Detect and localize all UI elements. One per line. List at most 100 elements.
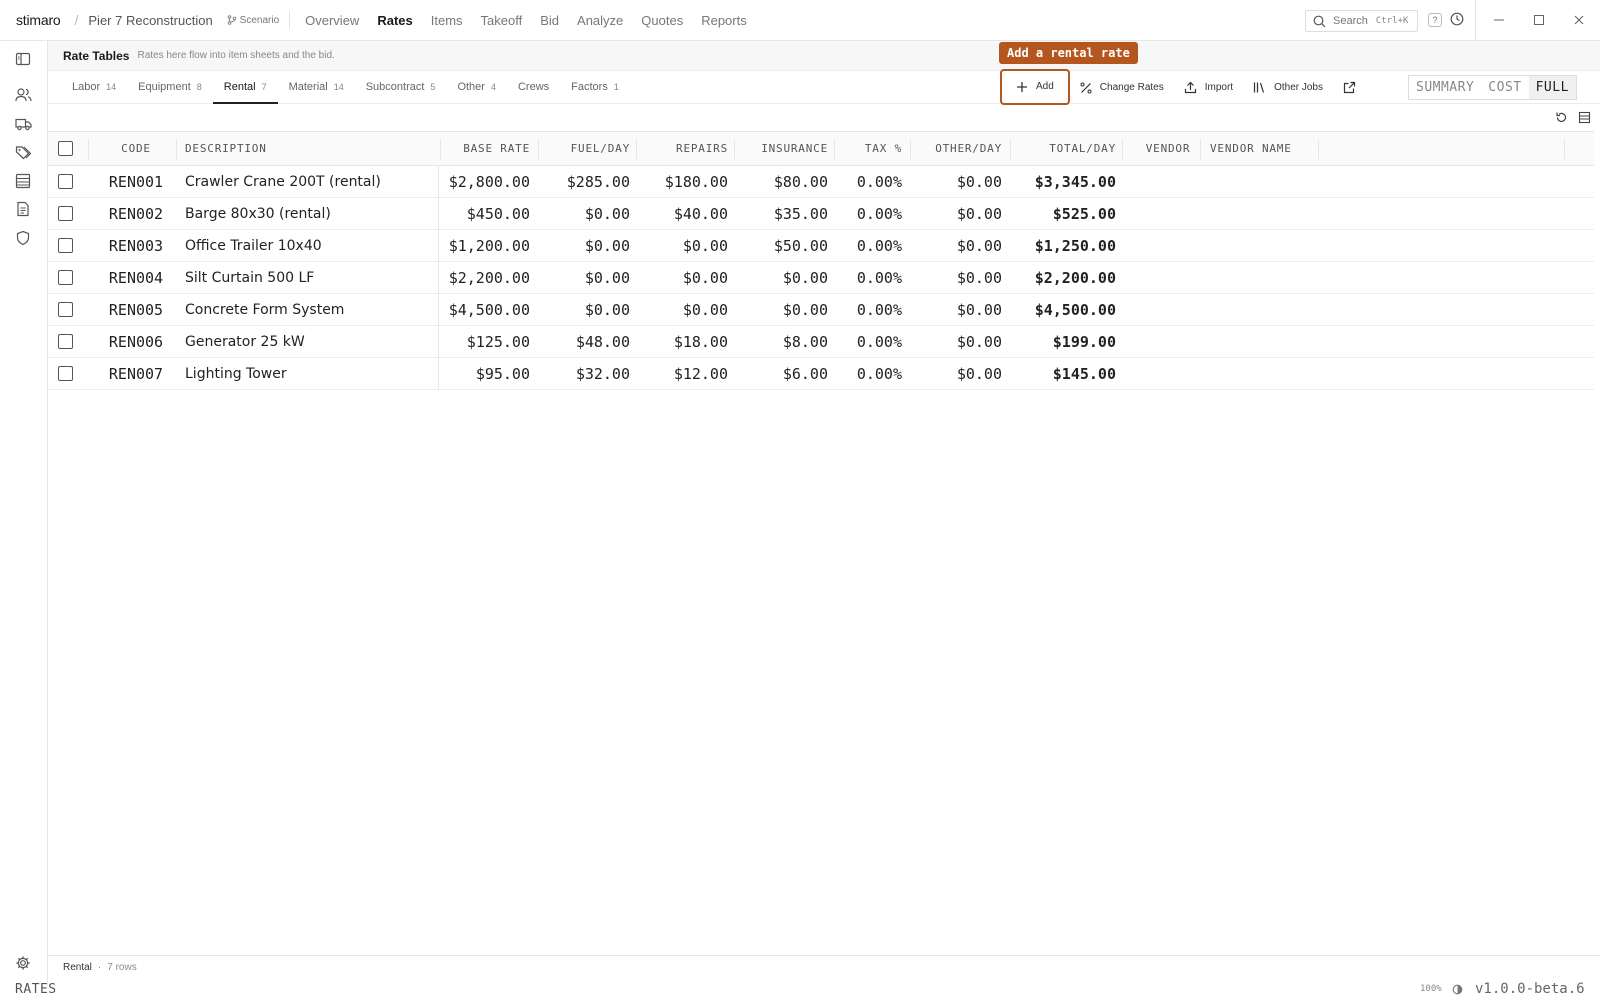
select-all-checkbox[interactable] xyxy=(58,141,73,156)
cell-insurance[interactable]: $0.00 xyxy=(738,262,836,293)
cell-tax[interactable]: 0.00% xyxy=(838,166,910,197)
tab-other[interactable]: Other 4 xyxy=(446,71,507,104)
column-divider[interactable] xyxy=(910,140,911,159)
cell-tax[interactable]: 0.00% xyxy=(838,230,910,261)
history-icon[interactable] xyxy=(1450,12,1464,26)
cell-base-rate[interactable]: $450.00 xyxy=(440,198,538,229)
cell-repairs[interactable]: $180.00 xyxy=(638,166,736,197)
cell-code[interactable]: REN001 xyxy=(96,166,176,197)
cell-base-rate[interactable]: $1,200.00 xyxy=(440,230,538,261)
cell-vendor-name[interactable] xyxy=(1210,198,1320,229)
cell-description[interactable]: Generator 25 kW xyxy=(185,326,430,357)
cell-total-day[interactable]: $3,345.00 xyxy=(1014,166,1124,197)
scenario-button[interactable]: Scenario xyxy=(227,15,279,26)
cell-vendor[interactable] xyxy=(1128,166,1208,197)
settings-icon[interactable] xyxy=(15,955,31,971)
cell-tax[interactable]: 0.00% xyxy=(838,326,910,357)
nav-reports[interactable]: Reports xyxy=(701,13,747,28)
view-mode-summary[interactable]: SUMMARY xyxy=(1409,76,1481,99)
cell-base-rate[interactable]: $95.00 xyxy=(440,358,538,389)
sidebar-toggle-icon[interactable] xyxy=(15,51,31,67)
cell-vendor-name[interactable] xyxy=(1210,358,1320,389)
column-header-vendor[interactable]: VENDOR xyxy=(1128,132,1208,165)
cell-insurance[interactable]: $50.00 xyxy=(738,230,836,261)
cell-repairs[interactable]: $0.00 xyxy=(638,262,736,293)
cell-vendor[interactable] xyxy=(1128,230,1208,261)
column-header-description[interactable]: DESCRIPTION xyxy=(185,132,430,165)
table-row[interactable]: REN001 Crawler Crane 200T (rental) $2,800.… xyxy=(48,166,1594,198)
tab-rental[interactable]: Rental 7 xyxy=(212,71,278,104)
column-header-vendor-name[interactable]: VENDOR NAME xyxy=(1210,132,1320,165)
cell-fuel-day[interactable]: $32.00 xyxy=(540,358,638,389)
cell-other-day[interactable]: $0.00 xyxy=(914,294,1010,325)
tab-crews[interactable]: Crews xyxy=(507,71,560,104)
column-divider[interactable] xyxy=(538,140,539,159)
cell-total-day[interactable]: $199.00 xyxy=(1014,326,1124,357)
cell-tax[interactable]: 0.00% xyxy=(838,358,910,389)
cell-description[interactable]: Lighting Tower xyxy=(185,358,430,389)
close-icon[interactable] xyxy=(1572,13,1586,27)
cell-fuel-day[interactable]: $0.00 xyxy=(540,198,638,229)
view-mode-full[interactable]: FULL xyxy=(1528,76,1576,99)
cell-vendor-name[interactable] xyxy=(1210,166,1320,197)
nav-takeoff[interactable]: Takeoff xyxy=(481,13,523,28)
search-input[interactable]: Search Ctrl+K xyxy=(1305,10,1418,32)
column-header-fuel-day[interactable]: FUEL/DAY xyxy=(540,132,638,165)
cell-insurance[interactable]: $0.00 xyxy=(738,294,836,325)
help-button[interactable]: ? xyxy=(1428,13,1442,27)
cell-other-day[interactable]: $0.00 xyxy=(914,198,1010,229)
cell-fuel-day[interactable]: $48.00 xyxy=(540,326,638,357)
cell-fuel-day[interactable]: $0.00 xyxy=(540,230,638,261)
cell-other-day[interactable]: $0.00 xyxy=(914,262,1010,293)
document-icon[interactable] xyxy=(15,201,31,217)
cell-vendor-name[interactable] xyxy=(1210,326,1320,357)
cell-fuel-day[interactable]: $0.00 xyxy=(540,262,638,293)
cell-repairs[interactable]: $0.00 xyxy=(638,230,736,261)
cell-repairs[interactable]: $18.00 xyxy=(638,326,736,357)
table-row[interactable]: REN006 Generator 25 kW $125.00 $48.00 $18.00… xyxy=(48,326,1594,358)
cell-insurance[interactable]: $80.00 xyxy=(738,166,836,197)
project-name[interactable]: Pier 7 Reconstruction xyxy=(88,13,212,28)
nav-quotes[interactable]: Quotes xyxy=(641,13,683,28)
theme-icon[interactable] xyxy=(1452,984,1463,995)
nav-rates[interactable]: Rates xyxy=(377,13,412,28)
cell-insurance[interactable]: $8.00 xyxy=(738,326,836,357)
cell-other-day[interactable]: $0.00 xyxy=(914,358,1010,389)
cell-code[interactable]: REN005 xyxy=(96,294,176,325)
row-checkbox[interactable] xyxy=(58,302,73,317)
cell-code[interactable]: REN004 xyxy=(96,262,176,293)
column-header-repairs[interactable]: REPAIRS xyxy=(638,132,736,165)
cell-vendor-name[interactable] xyxy=(1210,230,1320,261)
column-header-code[interactable]: CODE xyxy=(96,132,176,165)
table-row[interactable]: REN007 Lighting Tower $95.00 $32.00 $12.00 $6… xyxy=(48,358,1594,390)
rate-tables-icon[interactable] xyxy=(15,173,31,189)
column-divider[interactable] xyxy=(88,140,89,159)
column-divider[interactable] xyxy=(1010,140,1011,159)
shield-icon[interactable] xyxy=(15,230,31,246)
cell-total-day[interactable]: $1,250.00 xyxy=(1014,230,1124,261)
cell-vendor-name[interactable] xyxy=(1210,262,1320,293)
users-icon[interactable] xyxy=(15,87,32,103)
tab-labor[interactable]: Labor 14 xyxy=(61,71,127,104)
table-row[interactable]: REN005 Concrete Form System $4,500.00 $0.00… xyxy=(48,294,1594,326)
cell-fuel-day[interactable]: $0.00 xyxy=(540,294,638,325)
cell-total-day[interactable]: $525.00 xyxy=(1014,198,1124,229)
row-checkbox[interactable] xyxy=(58,238,73,253)
truck-icon[interactable] xyxy=(15,116,32,132)
cell-description[interactable]: Office Trailer 10x40 xyxy=(185,230,430,261)
row-checkbox[interactable] xyxy=(58,270,73,285)
nav-overview[interactable]: Overview xyxy=(305,13,359,28)
column-header-insurance[interactable]: INSURANCE xyxy=(738,132,836,165)
column-divider[interactable] xyxy=(176,140,177,159)
cell-description[interactable]: Barge 80x30 (rental) xyxy=(185,198,430,229)
tab-material[interactable]: Material 14 xyxy=(278,71,355,104)
tab-factors[interactable]: Factors 1 xyxy=(560,71,630,104)
cell-tax[interactable]: 0.00% xyxy=(838,198,910,229)
column-header-other-day[interactable]: OTHER/DAY xyxy=(914,132,1010,165)
cell-code[interactable]: REN002 xyxy=(96,198,176,229)
column-header-tax[interactable]: TAX % xyxy=(838,132,910,165)
add-button[interactable]: Add xyxy=(1000,68,1070,105)
row-checkbox[interactable] xyxy=(58,206,73,221)
nav-items[interactable]: Items xyxy=(431,13,463,28)
cell-code[interactable]: REN006 xyxy=(96,326,176,357)
